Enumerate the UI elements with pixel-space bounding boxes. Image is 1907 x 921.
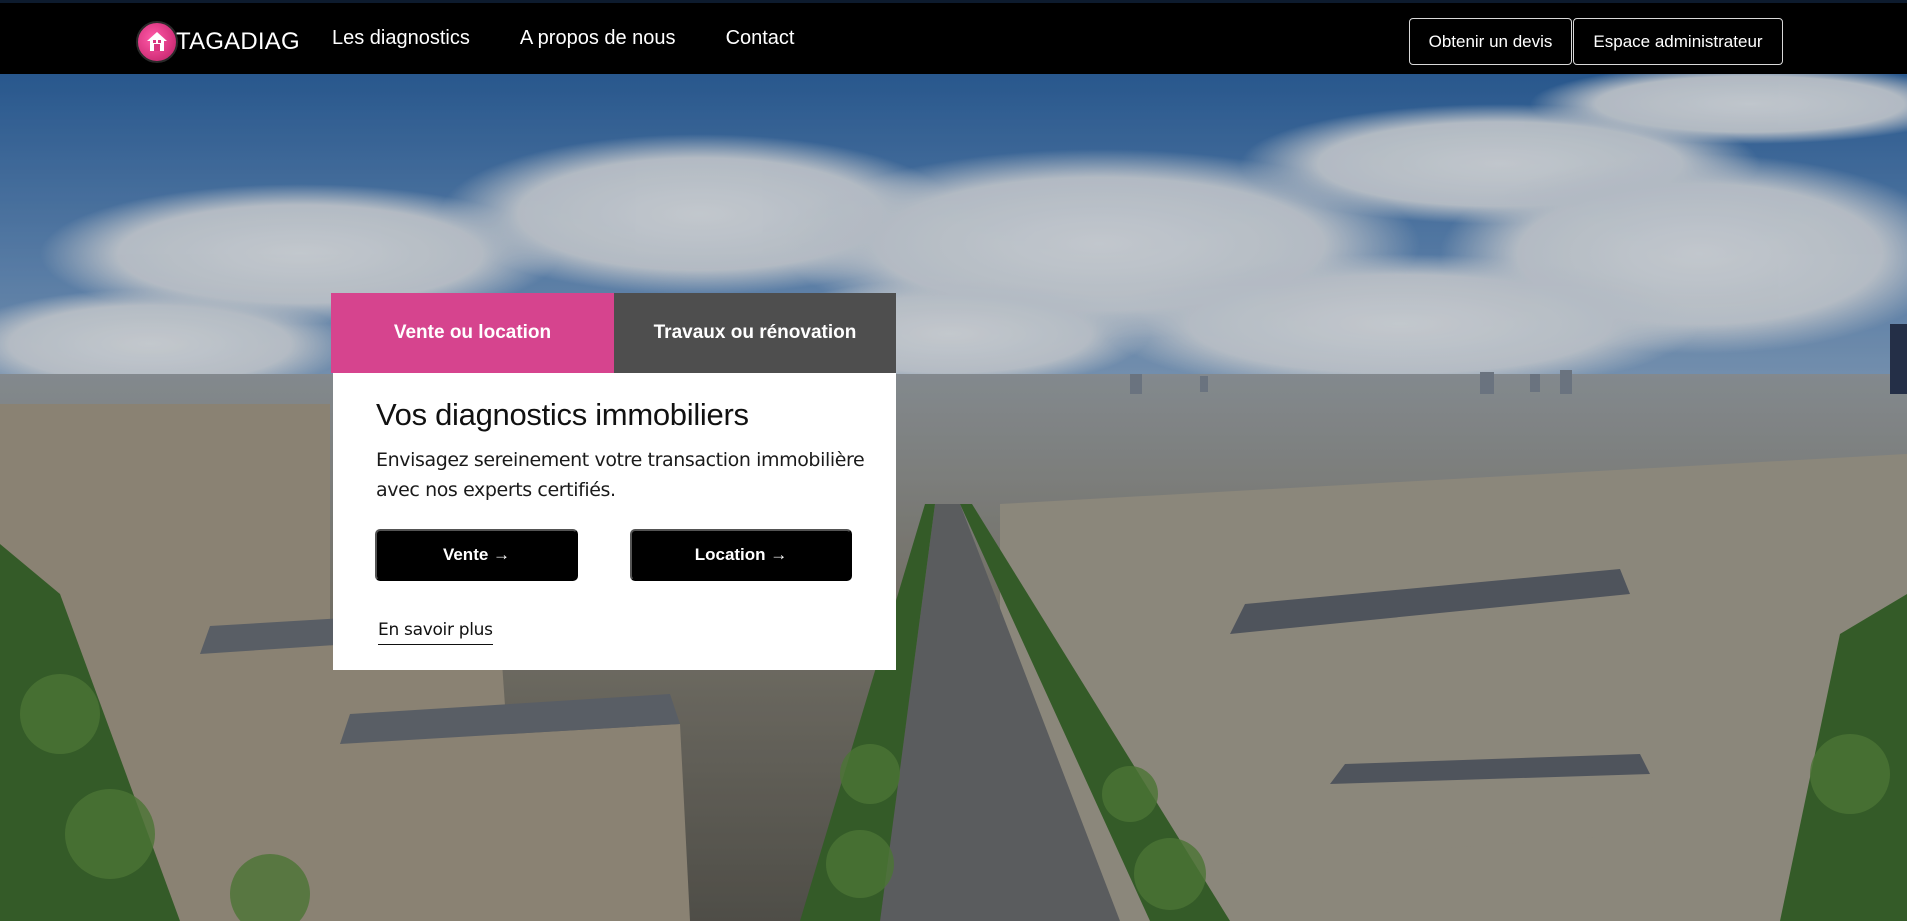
top-navbar: TAGADIAG Les diagnostics A propos de nou… [0, 0, 1907, 74]
get-quote-button[interactable]: Obtenir un devis [1409, 18, 1572, 65]
learn-more-link[interactable]: En savoir plus [378, 620, 493, 645]
diagnostic-tabs: Vente ou location Travaux ou rénovation [331, 293, 896, 373]
hero-section [0, 74, 1907, 921]
nav-link-about[interactable]: A propos de nous [520, 27, 676, 50]
house-icon [136, 21, 178, 63]
sale-button[interactable]: Vente → [375, 529, 578, 581]
admin-space-button[interactable]: Espace administrateur [1573, 18, 1783, 65]
card-title: Vos diagnostics immobiliers [376, 397, 749, 432]
brand-logo[interactable]: TAGADIAG [136, 20, 300, 64]
tab-works-or-renovation[interactable]: Travaux ou rénovation [614, 293, 896, 373]
brand-name: TAGADIAG [176, 28, 300, 55]
nav-link-contact[interactable]: Contact [726, 27, 795, 50]
hero-overlay [0, 74, 1907, 921]
tab-sale-or-rental[interactable]: Vente ou location [331, 293, 614, 373]
rental-button[interactable]: Location → [630, 529, 852, 581]
card-description: Envisagez sereinement votre transaction … [376, 449, 865, 501]
main-nav: Les diagnostics A propos de nous Contact [332, 27, 795, 50]
diagnostic-card: Vente ou location Travaux ou rénovation … [331, 293, 896, 670]
card-content: Vos diagnostics immobiliers Envisagez se… [333, 373, 896, 670]
nav-link-diagnostics[interactable]: Les diagnostics [332, 27, 470, 50]
